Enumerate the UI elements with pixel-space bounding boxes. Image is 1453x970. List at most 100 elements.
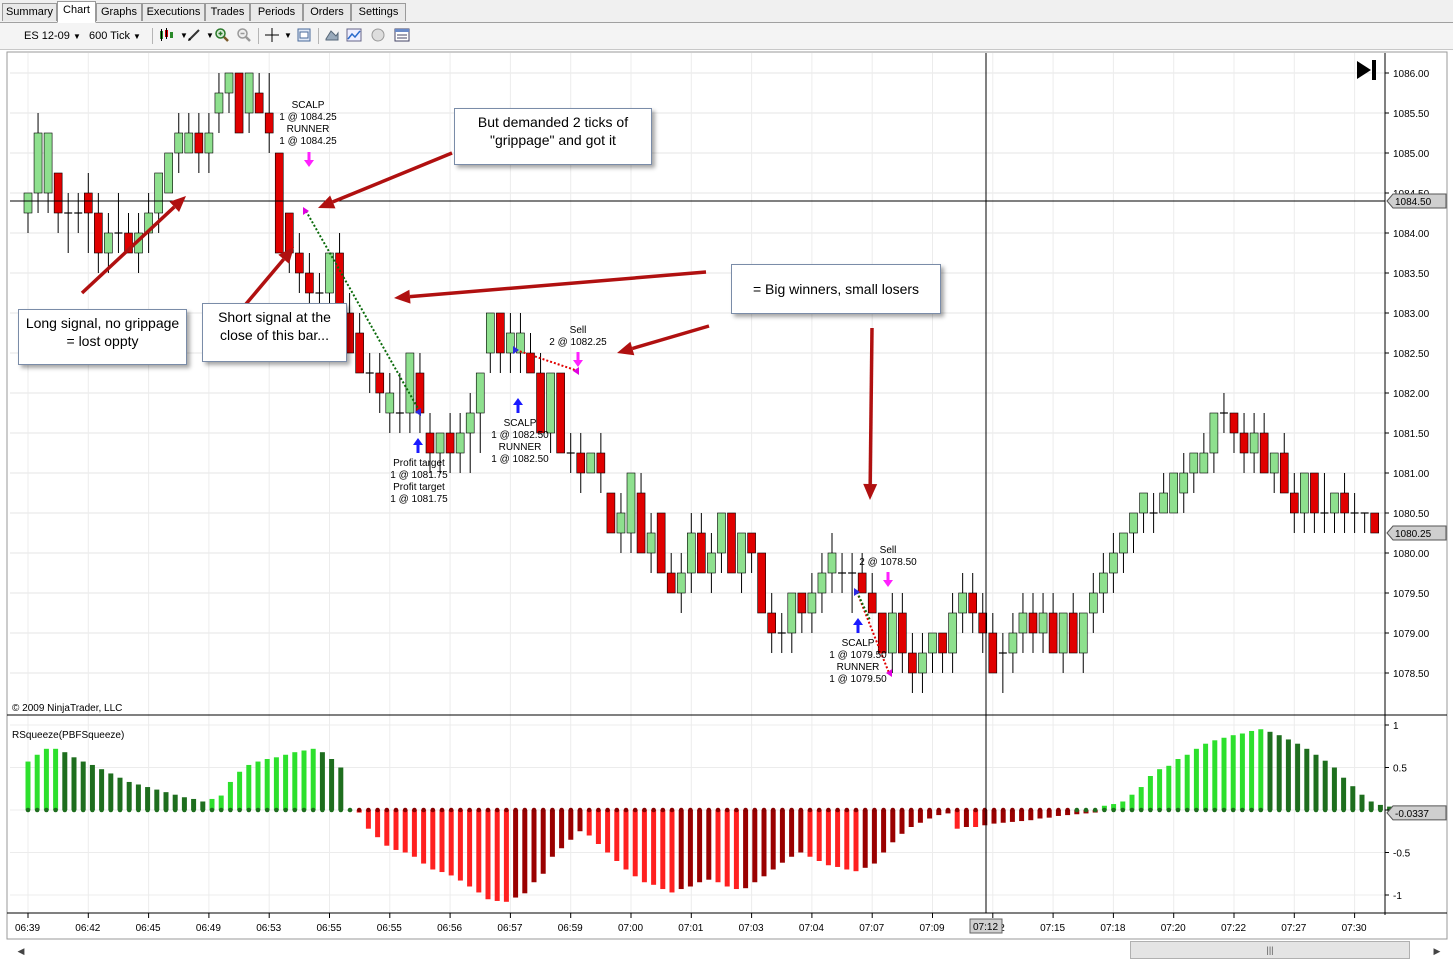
- squeeze-dot: [1341, 807, 1346, 813]
- time-tick-label: 07:03: [739, 923, 764, 934]
- trade-label: SCALP: [292, 100, 325, 111]
- osc-bar: [1350, 786, 1356, 810]
- osc-bar: [1157, 769, 1163, 810]
- price-tick-label: 1086.00: [1393, 69, 1430, 80]
- candle-down: [757, 552, 766, 614]
- candle-down: [697, 532, 706, 574]
- squeeze-dot: [1000, 807, 1006, 813]
- squeeze-dot: [393, 807, 399, 813]
- trade-label: 1 @ 1079.50: [829, 674, 887, 685]
- candle-down: [636, 492, 646, 554]
- squeeze-dot: [697, 807, 702, 813]
- candle-up: [1119, 532, 1128, 554]
- osc-bar: [789, 810, 795, 857]
- squeeze-dot: [1028, 807, 1034, 813]
- osc-tick-label: -0.5: [1393, 849, 1411, 860]
- squeeze-dot: [1083, 807, 1089, 813]
- squeeze-dot: [384, 807, 390, 813]
- price-tick-label: 1080.50: [1393, 509, 1430, 520]
- osc-bar: [310, 748, 316, 810]
- squeeze-dot: [264, 807, 270, 813]
- squeeze-dot: [1194, 807, 1199, 813]
- candle-up: [1109, 552, 1118, 574]
- squeeze-dot: [780, 807, 785, 813]
- osc-bar: [733, 810, 739, 890]
- osc-bar: [908, 810, 914, 827]
- candle-down: [1028, 612, 1038, 634]
- callout-short-signal: Short signal at the close of this bar...: [202, 303, 347, 362]
- squeeze-dot: [209, 807, 215, 813]
- price-tick-label: 1083.50: [1393, 269, 1430, 280]
- squeeze-dot: [228, 807, 233, 813]
- osc-bar: [798, 810, 804, 853]
- candle-down: [94, 212, 103, 254]
- squeeze-dot: [1304, 807, 1310, 813]
- squeeze-dot: [605, 807, 610, 813]
- time-tick-label: 07:20: [1161, 923, 1186, 934]
- candle-down: [445, 432, 455, 454]
- osc-bar: [1147, 776, 1153, 810]
- osc-bar: [1313, 754, 1319, 810]
- candle-down: [968, 592, 978, 614]
- candle-down: [576, 452, 586, 474]
- osc-bar: [126, 781, 132, 810]
- candle-down: [355, 332, 364, 374]
- osc-bar: [724, 810, 730, 887]
- osc-bar: [963, 810, 969, 827]
- osc-bar: [1193, 748, 1199, 810]
- time-tick-label: 07:07: [859, 923, 884, 934]
- squeeze-dot: [71, 807, 77, 813]
- squeeze-dot: [1157, 807, 1162, 813]
- candle-down: [767, 612, 777, 634]
- squeeze-dot: [1295, 807, 1300, 813]
- candle-up: [455, 432, 465, 454]
- horizontal-scrollbar-thumb[interactable]: |||: [1130, 941, 1410, 959]
- candle-down: [375, 372, 385, 394]
- squeeze-dot: [1350, 807, 1356, 813]
- squeeze-dot: [145, 807, 150, 813]
- osc-bar: [522, 810, 528, 894]
- candle-up: [224, 72, 234, 94]
- osc-bar: [899, 810, 905, 834]
- squeeze-dot: [421, 807, 426, 813]
- candle-down: [1068, 612, 1078, 654]
- price-tick-label: 1083.00: [1393, 309, 1430, 320]
- price-tick-label: 1085.00: [1393, 149, 1430, 160]
- squeeze-dot: [908, 807, 914, 813]
- squeeze-dot: [1175, 807, 1181, 813]
- time-tick-label: 07:09: [920, 923, 945, 934]
- price-tick-label: 1078.50: [1393, 669, 1430, 680]
- candle-up: [23, 192, 33, 214]
- scroll-right-icon[interactable]: ▶: [1430, 944, 1444, 958]
- candle-up: [737, 532, 746, 574]
- candle-up: [1089, 592, 1098, 614]
- osc-tick-label: 0.5: [1393, 764, 1407, 775]
- trade-label: Sell: [880, 545, 897, 556]
- osc-bar: [237, 771, 243, 810]
- chart-canvas[interactable]: 1086.00 1085.50 1085.00 1084.50 1084.00 1083.…: [0, 0, 1453, 970]
- candle-down: [1048, 612, 1058, 654]
- squeeze-dot: [476, 807, 482, 813]
- osc-bar: [319, 752, 325, 810]
- time-tick-label: 06:53: [256, 923, 281, 934]
- osc-bar: [1249, 730, 1255, 810]
- squeeze-dot: [835, 807, 840, 813]
- osc-bar: [678, 810, 684, 890]
- candle-down: [194, 132, 204, 154]
- osc-bar: [559, 810, 565, 849]
- osc-bar: [255, 761, 261, 810]
- candle-up: [1018, 612, 1028, 634]
- candle-down: [234, 72, 244, 134]
- scroll-left-icon[interactable]: ◀: [14, 944, 28, 958]
- trade-label: 1 @ 1081.75: [390, 470, 448, 481]
- osc-bar: [1175, 759, 1181, 810]
- squeeze-dot: [872, 807, 877, 813]
- osc-bar: [53, 748, 59, 810]
- squeeze-dot: [844, 807, 850, 813]
- osc-bar: [411, 810, 417, 857]
- time-tick-label: 06:45: [136, 923, 161, 934]
- candle-down: [857, 572, 867, 594]
- squeeze-dot: [80, 807, 86, 813]
- osc-bar: [540, 810, 546, 874]
- candle-down: [1279, 452, 1289, 494]
